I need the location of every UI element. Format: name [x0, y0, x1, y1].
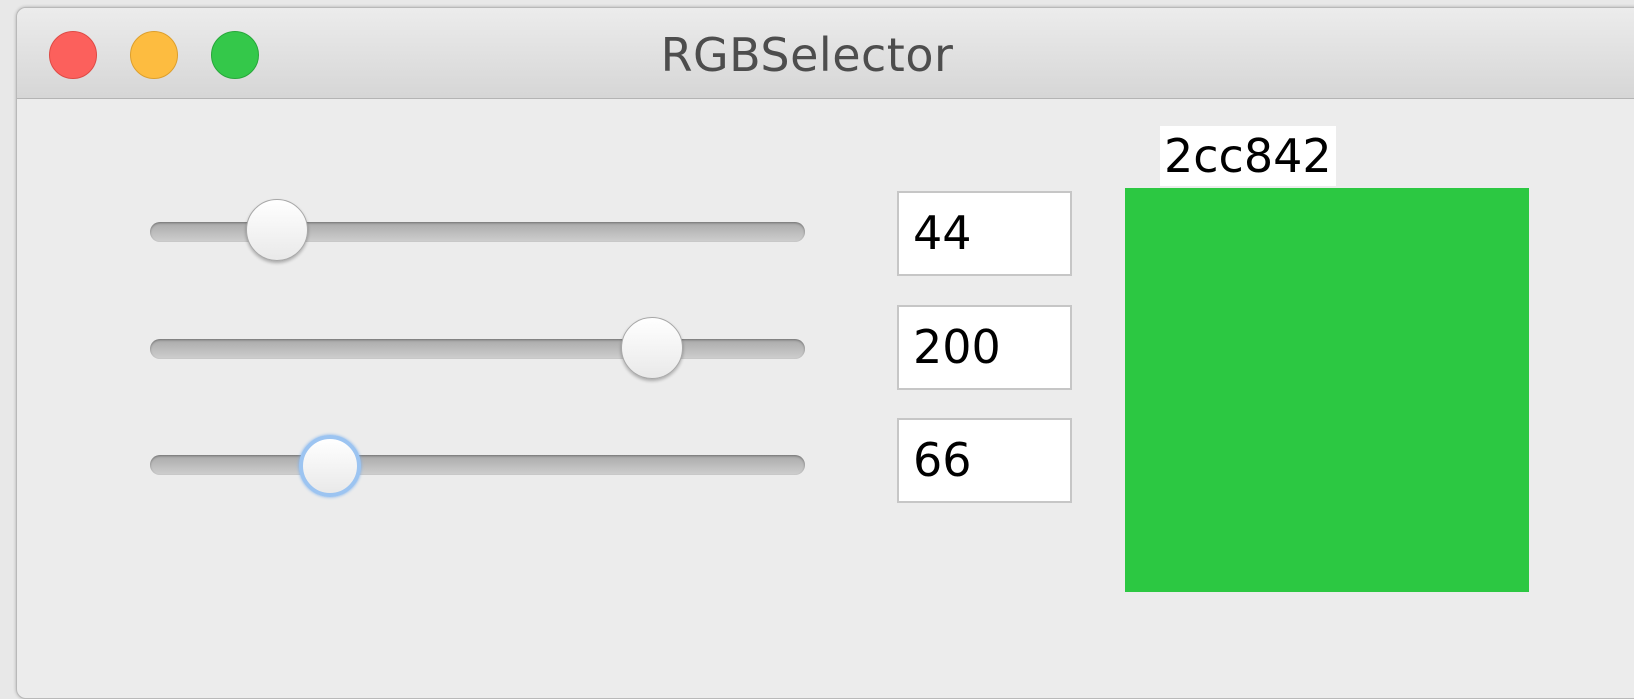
window-title: RGBSelector [660, 28, 954, 82]
blue-value-field[interactable]: 66 [897, 418, 1072, 503]
red-slider-thumb[interactable] [245, 199, 308, 261]
window-content: 44 200 66 2cc842 [17, 99, 1634, 698]
green-slider-track[interactable] [150, 339, 805, 359]
red-value-field[interactable]: 44 [897, 191, 1072, 276]
green-value-field[interactable]: 200 [897, 305, 1072, 390]
green-slider-thumb[interactable] [620, 317, 683, 379]
title-bar: RGBSelector [17, 8, 1634, 99]
app-window: RGBSelector 44 200 66 2cc842 [16, 7, 1634, 699]
hex-color-label: 2cc842 [1160, 126, 1336, 186]
color-preview-swatch [1125, 188, 1529, 592]
blue-slider-track[interactable] [150, 455, 805, 475]
blue-slider-thumb[interactable] [298, 435, 361, 497]
